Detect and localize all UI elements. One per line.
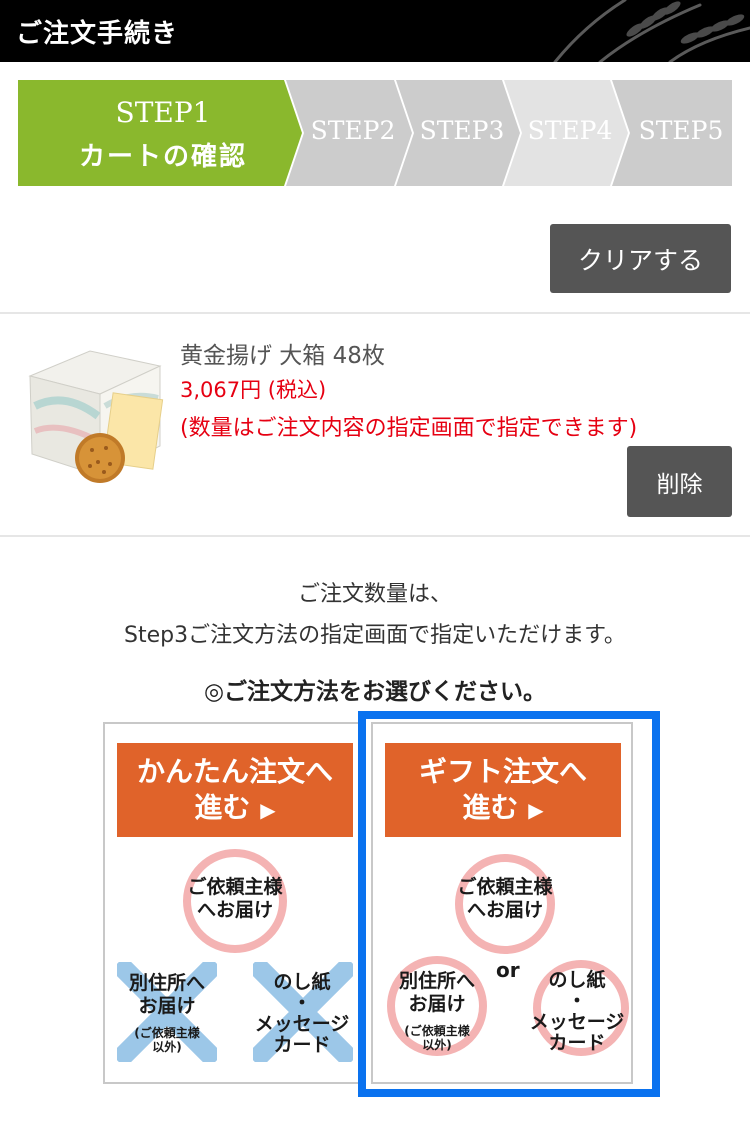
- step-5-label: STEP5: [638, 116, 724, 145]
- step-3-label: STEP3: [419, 116, 505, 145]
- step-1-sublabel: カートの確認: [78, 142, 247, 172]
- product-price: 3,067円 (税込): [180, 378, 327, 402]
- quantity-info-line2: Step3ご注文方法の指定画面で指定いただけます。: [124, 623, 626, 648]
- rice-ear-decoration: [553, 0, 750, 62]
- product-quantity-note: (数量はご注文内容の指定画面で指定できます): [180, 416, 638, 441]
- simple-order-button-line2: 進む: [194, 791, 251, 824]
- choose-order-method-heading: ◎ご注文方法をお選びください。: [203, 679, 547, 705]
- noshi-message-card-label: のし紙 ・ メッセージ カード: [254, 971, 350, 1056]
- delete-item-button[interactable]: 削除: [627, 446, 732, 517]
- simple-order-card[interactable]: かんたん注文へ 進む ▶ ご依頼主様 へお届け 別住所へ お届け (ご依頼主様 …: [103, 722, 365, 1084]
- header-bar: ご注文手続き: [0, 0, 750, 62]
- page-title: ご注文手続き: [16, 19, 179, 49]
- product-image: [28, 350, 164, 483]
- step-2-label: STEP2: [310, 116, 396, 145]
- quantity-info-line1: ご注文数量は、: [297, 582, 452, 607]
- product-name: 黄金揚げ 大箱 48枚: [180, 343, 385, 369]
- simple-order-button-line1: かんたん注文へ: [136, 755, 333, 788]
- triangle-right-icon: ▶: [260, 798, 276, 822]
- step-indicator: STEP1 カートの確認 STEP2 STEP3 STEP4 STEP5: [18, 80, 732, 186]
- divider: [0, 312, 750, 314]
- other-address-label: 別住所へ お届け: [128, 972, 205, 1017]
- other-address-note: (ご依頼主様 以外): [134, 1026, 200, 1054]
- simple-order-button[interactable]: かんたん注文へ 進む ▶: [117, 743, 353, 837]
- step-4-label: STEP4: [527, 116, 613, 145]
- divider: [0, 535, 750, 537]
- clear-cart-button[interactable]: クリアする: [550, 224, 731, 293]
- requester-delivery-label: ご依頼主様 へお届け: [187, 876, 283, 921]
- gift-order-highlight-frame: [358, 711, 660, 1097]
- step-1-label: STEP1: [115, 96, 211, 129]
